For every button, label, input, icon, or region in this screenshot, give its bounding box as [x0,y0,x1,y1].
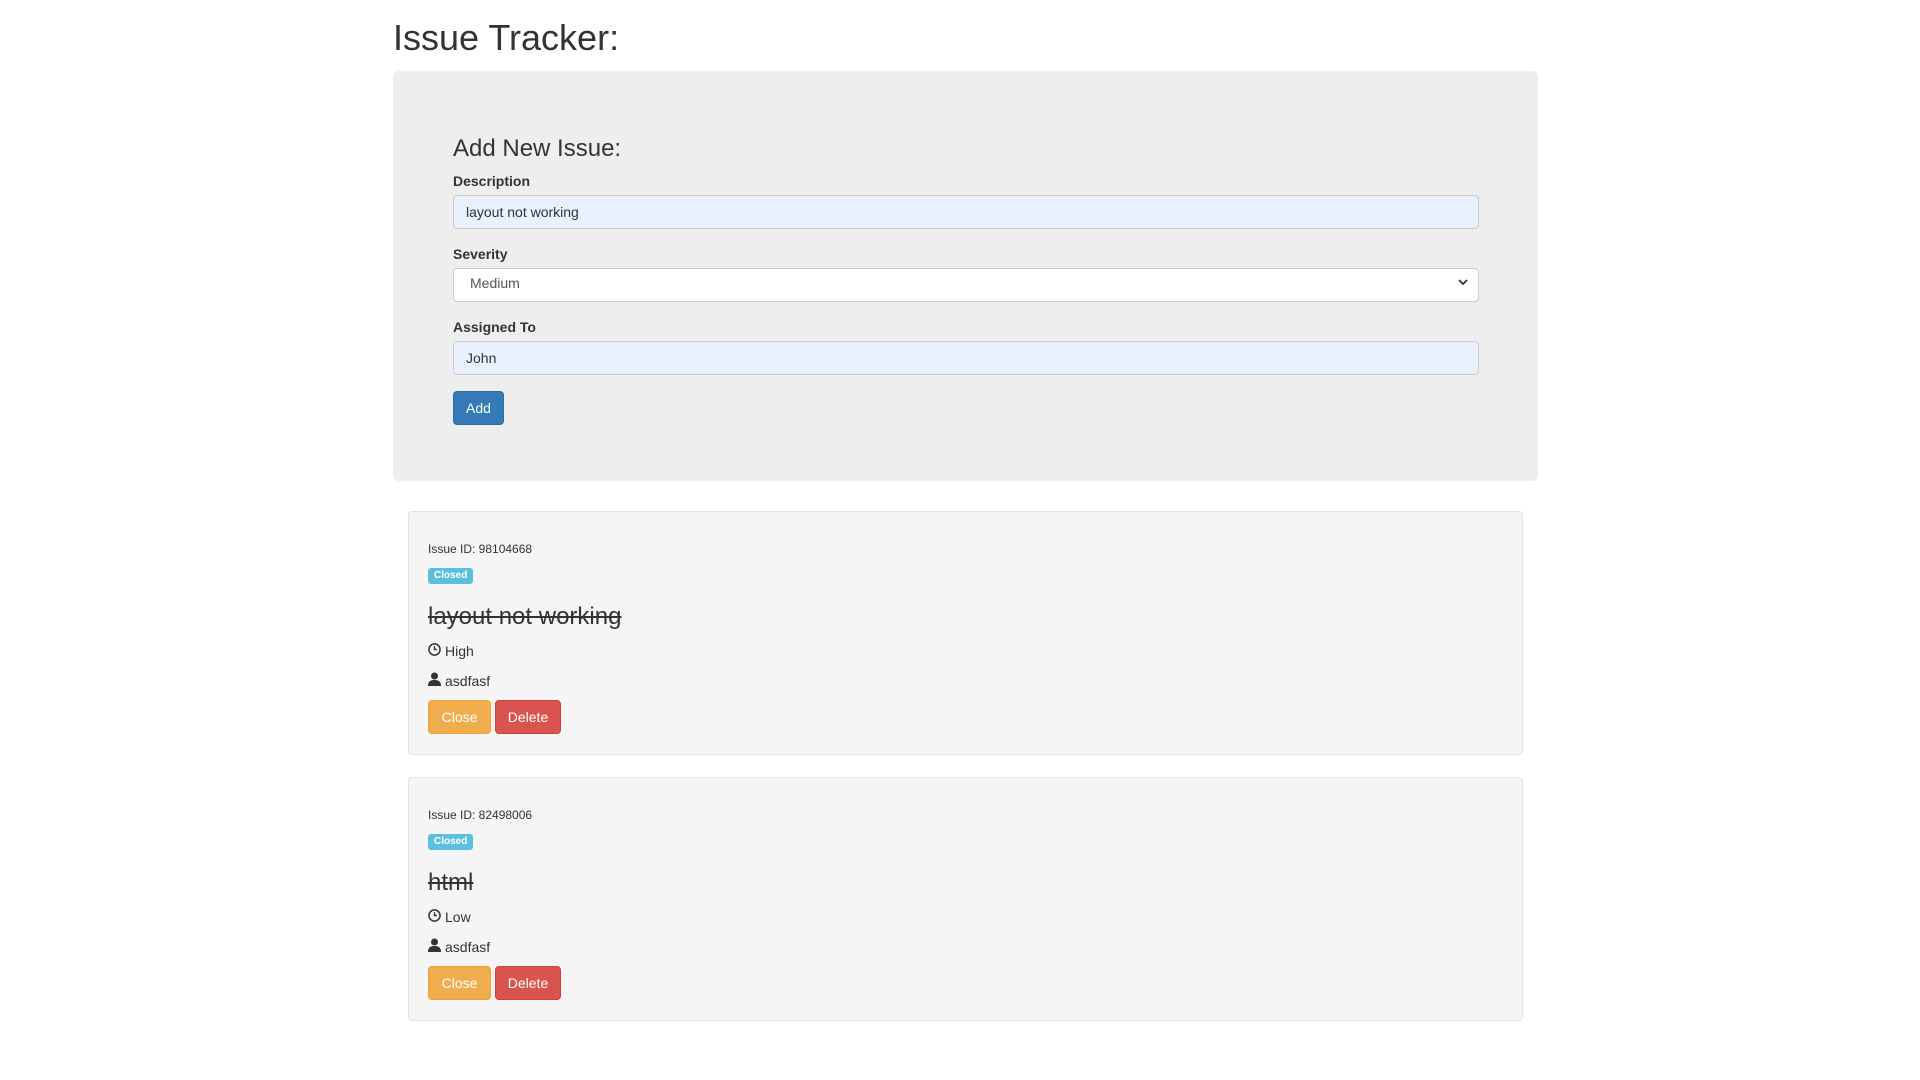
delete-button[interactable]: Delete [495,966,561,1000]
form-title: Add New Issue: [453,135,622,162]
add-issue-form: Add New Issue: Description Severity Medi… [453,137,1479,425]
assigned-to-input[interactable] [453,341,1479,375]
user-icon [428,672,445,689]
issue-assignee: asdfasf [428,938,490,955]
issue-severity: Low [428,909,471,925]
assignee-text: asdfasf [445,672,491,689]
severity-text: Low [445,909,471,925]
issue-id: Issue ID: 98104668 [428,542,533,556]
clock-icon [428,909,445,925]
issue-id: Issue ID: 82498006 [428,808,533,822]
add-issue-panel: Add New Issue: Description Severity Medi… [393,71,1538,481]
severity-text: High [445,643,474,659]
issue-card: Issue ID: 98104668 Closed layout not wor… [408,511,1523,755]
issue-actions: Close Delete [428,966,561,1000]
issue-description: html [428,869,474,896]
severity-selected-value: Medium [470,275,520,291]
page-title: Issue Tracker: [393,17,620,58]
add-button[interactable]: Add [453,391,504,425]
issue-description: layout not working [428,603,622,630]
chevron-down-icon [1458,276,1468,290]
description-input[interactable] [453,195,1479,229]
issue-actions: Close Delete [428,700,561,734]
assigned-to-label: Assigned To [453,319,536,335]
issue-card: Issue ID: 82498006 Closed html Low asdfa… [408,777,1523,1021]
description-label: Description [453,173,531,189]
issue-assignee: asdfasf [428,672,490,689]
close-button[interactable]: Close [428,966,491,1000]
status-badge: Closed [428,834,474,850]
user-icon [428,938,445,955]
status-badge: Closed [428,568,474,584]
assignee-text: asdfasf [445,938,491,955]
close-button[interactable]: Close [428,700,491,734]
severity-label: Severity [453,246,508,262]
delete-button[interactable]: Delete [495,700,561,734]
clock-icon [428,643,445,659]
severity-select[interactable]: Medium [453,268,1479,302]
issue-severity: High [428,643,474,659]
